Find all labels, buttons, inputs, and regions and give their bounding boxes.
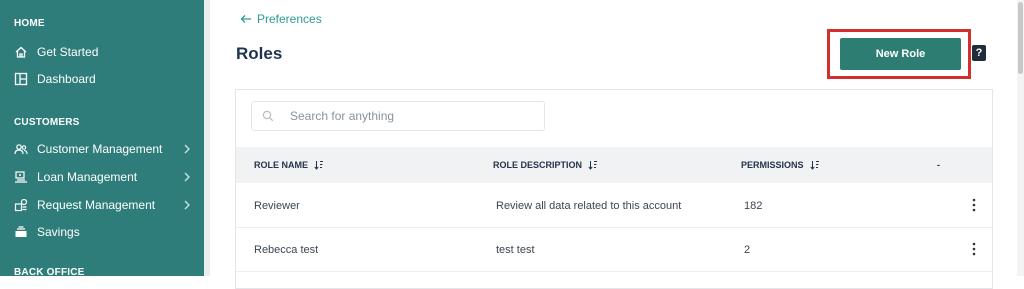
sidebar-item-get-started[interactable]: Get Started [14, 41, 198, 63]
column-header-actions: - [937, 160, 940, 170]
chevron-right-icon [184, 144, 190, 154]
home-icon [14, 45, 28, 59]
sidebar-item-customer-management[interactable]: Customer Management [14, 138, 198, 160]
new-role-button[interactable]: New Role [840, 38, 961, 70]
sidebar-section-back-office: BACK OFFICE [14, 267, 85, 276]
savings-icon [14, 225, 28, 239]
search-box[interactable] [251, 101, 545, 131]
search-icon [262, 110, 274, 122]
sidebar-item-label: Get Started [37, 45, 99, 59]
kebab-menu-icon[interactable] [971, 242, 977, 256]
sidebar-item-savings[interactable]: Savings [14, 221, 198, 243]
sidebar: HOME Get Started Dashboard CUSTOMERS Cus… [0, 0, 210, 276]
sidebar-item-loan-management[interactable]: Loan Management [14, 166, 198, 188]
arrow-left-icon [240, 15, 251, 23]
cell-role-description: test test [496, 243, 535, 256]
users-icon [14, 142, 28, 156]
column-header-role-name[interactable]: ROLE NAME [254, 147, 324, 183]
column-label: ROLE NAME [254, 160, 308, 170]
sidebar-item-label: Savings [37, 225, 80, 239]
chevron-right-icon [184, 200, 190, 210]
column-label: ROLE DESCRIPTION [493, 160, 583, 170]
cell-role-name: Rebecca test [254, 243, 319, 256]
sidebar-item-dashboard[interactable]: Dashboard [14, 68, 198, 90]
sort-icon [314, 161, 323, 170]
sidebar-item-label: Loan Management [37, 170, 138, 184]
search-input[interactable] [288, 108, 532, 124]
sort-icon [809, 161, 819, 170]
sidebar-section-customers: CUSTOMERS [14, 117, 80, 128]
chevron-right-icon [184, 172, 190, 182]
loan-icon [14, 170, 28, 184]
table-row[interactable]: Rebecca test test test 2 [236, 228, 992, 272]
cell-permissions: 182 [744, 199, 763, 212]
column-label: PERMISSIONS [741, 160, 804, 170]
sort-icon [588, 161, 598, 170]
column-header-permissions[interactable]: PERMISSIONS [741, 147, 820, 183]
sidebar-section-home: HOME [14, 18, 45, 29]
sidebar-item-label: Dashboard [37, 72, 96, 86]
page-title: Roles [236, 44, 283, 63]
sidebar-item-label: Request Management [37, 198, 156, 212]
sidebar-item-label: Customer Management [37, 142, 163, 156]
dashboard-icon [14, 72, 28, 86]
back-link-label: Preferences [257, 12, 322, 26]
kebab-menu-icon[interactable] [971, 198, 977, 212]
column-header-role-description[interactable]: ROLE DESCRIPTION [493, 147, 598, 183]
cell-role-description: Review all data related to this account [496, 199, 682, 212]
back-link-preferences[interactable]: Preferences [240, 12, 322, 26]
sidebar-item-request-management[interactable]: Request Management [14, 194, 198, 216]
cell-permissions: 2 [744, 243, 751, 256]
cell-role-name: Reviewer [254, 199, 300, 212]
sidebar-scrollbar[interactable] [204, 0, 210, 276]
help-button[interactable]: ? [972, 45, 986, 61]
table-header: ROLE NAME ROLE DESCRIPTION PERMISSIONS - [236, 147, 992, 183]
scrollbar-thumb[interactable] [1018, 2, 1023, 74]
page-scrollbar[interactable] [1017, 0, 1024, 276]
request-icon [14, 198, 28, 212]
table-row[interactable]: Reviewer Review all data related to this… [236, 184, 992, 228]
